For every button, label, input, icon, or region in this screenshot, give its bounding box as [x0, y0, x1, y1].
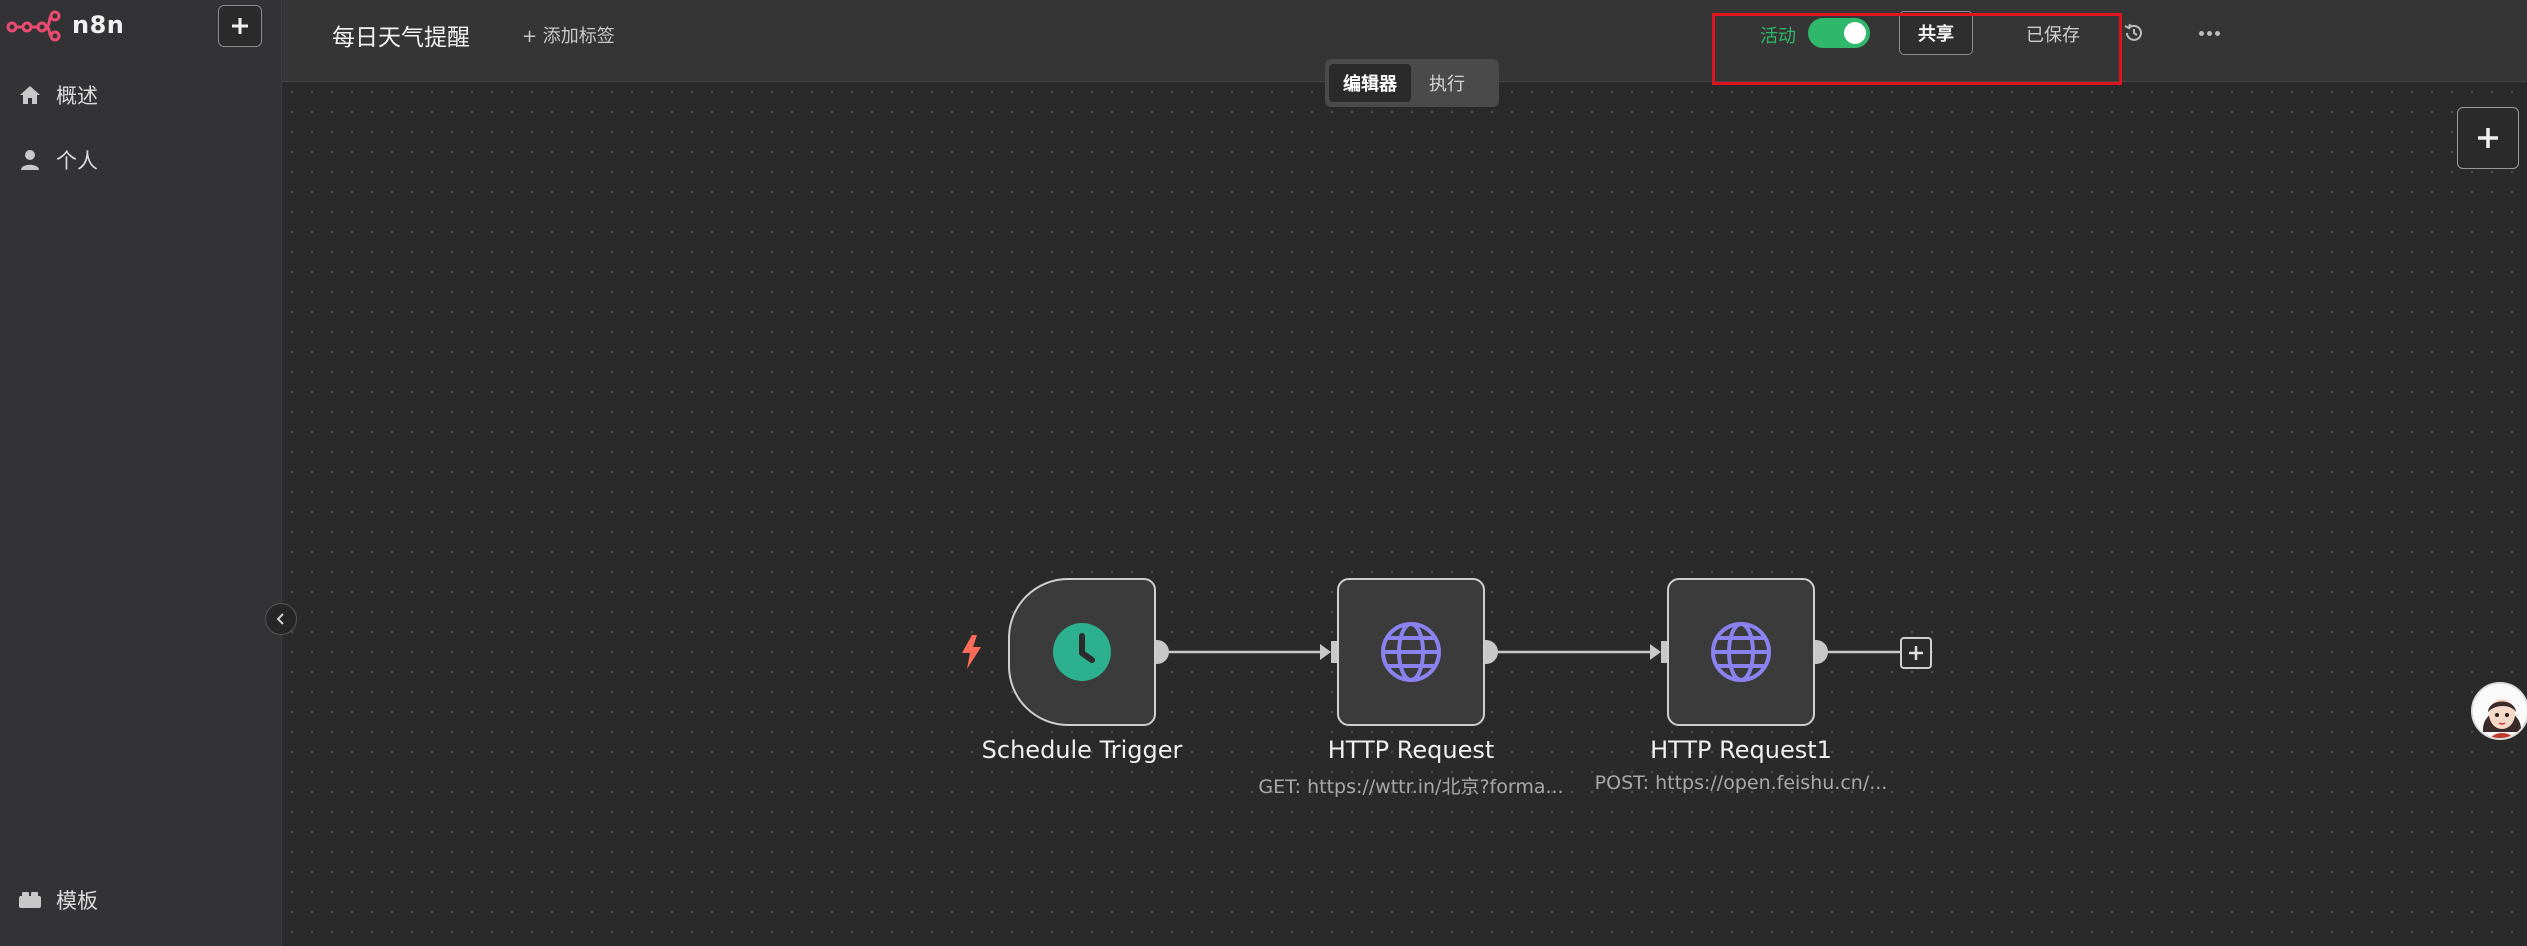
add-next-node-button[interactable]	[1900, 637, 1932, 669]
node-title: Schedule Trigger	[981, 736, 1183, 764]
connection-http-to-http1[interactable]	[1486, 644, 1661, 660]
connections-layer	[1145, 640, 1900, 664]
tab-editor[interactable]: 编辑器	[1329, 64, 1411, 102]
connection-trigger-to-http[interactable]	[1157, 644, 1331, 660]
tab-executions[interactable]: 执行	[1415, 64, 1479, 102]
plus-icon	[1909, 646, 1923, 660]
chevron-left-icon	[276, 613, 284, 625]
node-title: HTTP Request1	[1650, 736, 1832, 764]
trigger-bolt-icon	[958, 634, 984, 674]
plus-icon	[2478, 128, 2498, 148]
clock-icon	[1053, 623, 1111, 681]
globe-icon	[1711, 622, 1771, 682]
node-http-request[interactable]	[1337, 578, 1485, 726]
user-avatar[interactable]	[2471, 682, 2527, 740]
node-schedule-trigger[interactable]	[1008, 578, 1156, 726]
globe-icon	[1381, 622, 1441, 682]
node-http-request1[interactable]	[1667, 578, 1815, 726]
node-subtitle: POST: https://open.feishu.cn/...	[1594, 772, 1888, 794]
view-tabs: 编辑器 执行	[1325, 59, 1499, 107]
avatar-image-icon	[2473, 684, 2527, 738]
node-title: HTTP Request	[1327, 736, 1495, 764]
node-subtitle: GET: https://wttr.in/北京?forma...	[1258, 776, 1564, 798]
sidebar-collapse-button[interactable]	[265, 603, 297, 635]
add-node-button[interactable]	[2457, 107, 2519, 169]
